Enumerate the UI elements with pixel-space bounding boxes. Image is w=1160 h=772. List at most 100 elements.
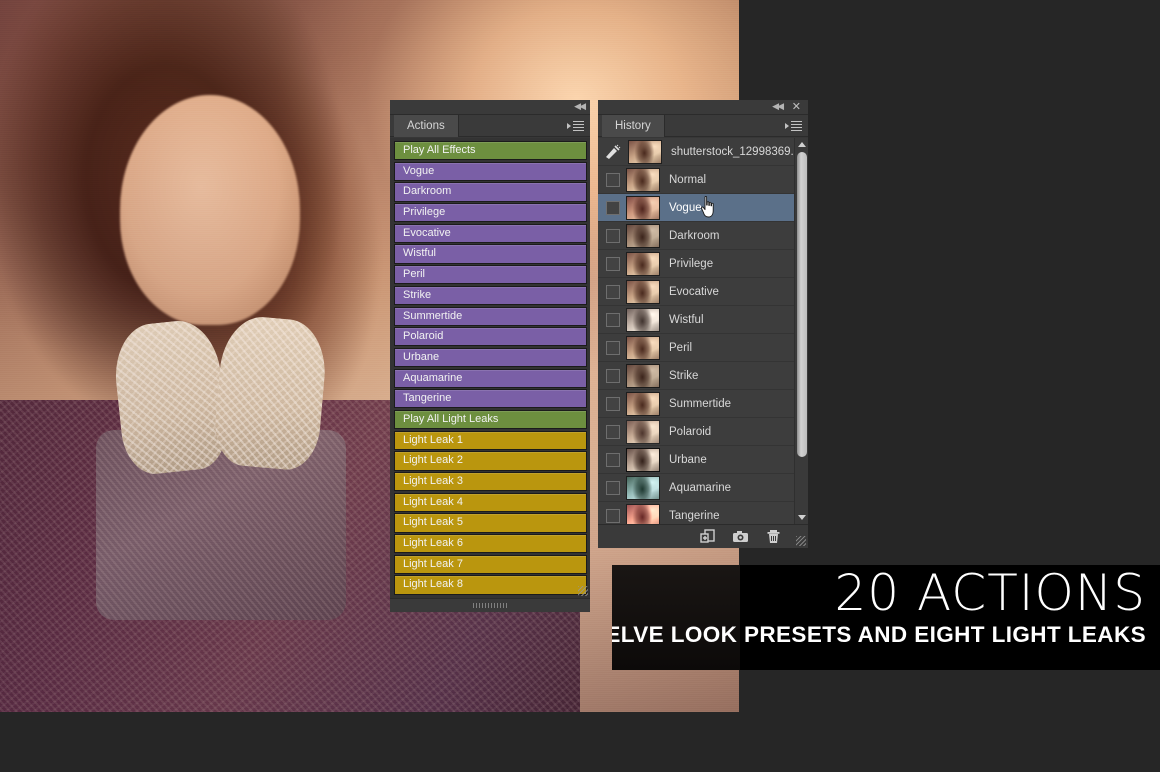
history-thumbnail bbox=[626, 251, 660, 276]
action-row[interactable]: Urbane bbox=[394, 347, 587, 368]
history-row[interactable]: Normal bbox=[598, 166, 794, 194]
action-row[interactable]: Peril bbox=[394, 265, 587, 285]
history-row[interactable]: Polaroid bbox=[598, 418, 794, 446]
history-row[interactable]: Evocative bbox=[598, 278, 794, 306]
action-row[interactable]: Privilege bbox=[394, 203, 587, 223]
history-row[interactable]: Darkroom bbox=[598, 222, 794, 250]
action-row[interactable]: Light Leak 6 bbox=[394, 534, 587, 554]
history-list-container: shutterstock_12998369... Normal Vogue Darkr… bbox=[598, 138, 808, 524]
action-row[interactable]: Strike bbox=[394, 285, 587, 305]
action-row[interactable]: Light Leak 7 bbox=[394, 554, 587, 574]
history-thumbnail bbox=[626, 363, 660, 388]
scroll-down-arrow-icon[interactable] bbox=[797, 515, 806, 520]
history-scrollbar[interactable] bbox=[794, 138, 808, 524]
snapshot-brush-icon bbox=[604, 144, 622, 160]
scrollbar-thumb[interactable] bbox=[797, 152, 807, 457]
history-thumbnail bbox=[626, 279, 660, 304]
history-state-checkbox[interactable] bbox=[606, 480, 620, 495]
history-row[interactable]: Privilege bbox=[598, 250, 794, 278]
history-panel: ◀◀ ✕ History shutterstock_12998369... Nor… bbox=[598, 100, 808, 548]
history-state-checkbox[interactable] bbox=[606, 200, 620, 215]
action-row[interactable]: Light Leak 1 bbox=[394, 430, 587, 450]
history-tabbar: History bbox=[598, 115, 808, 137]
history-row-label: Strike bbox=[669, 369, 699, 382]
history-row-label: Vogue bbox=[669, 201, 702, 214]
menu-bars-icon bbox=[573, 121, 584, 133]
history-row[interactable]: shutterstock_12998369... bbox=[598, 138, 794, 166]
history-row-label: Polaroid bbox=[669, 425, 712, 438]
history-thumbnail bbox=[626, 223, 660, 248]
banner-thumbnail bbox=[612, 565, 740, 670]
actions-tabbar: Actions bbox=[390, 115, 590, 137]
scroll-up-arrow-icon[interactable] bbox=[797, 142, 806, 147]
history-state-checkbox[interactable] bbox=[606, 312, 620, 327]
double-chevron-left-icon[interactable]: ◀◀ bbox=[772, 102, 784, 113]
tab-actions[interactable]: Actions bbox=[394, 115, 459, 137]
new-document-from-state-icon[interactable] bbox=[699, 529, 716, 545]
action-row[interactable]: Light Leak 2 bbox=[394, 451, 587, 471]
history-row[interactable]: Peril bbox=[598, 334, 794, 362]
banner-title: 20 ACTIONS bbox=[834, 565, 1146, 622]
action-row[interactable]: Play All Effects bbox=[394, 141, 587, 161]
menu-bars-icon bbox=[791, 121, 802, 133]
action-row[interactable]: Wistful bbox=[394, 244, 587, 264]
history-state-checkbox[interactable] bbox=[606, 256, 620, 271]
panel-menu-icon[interactable] bbox=[567, 119, 585, 133]
history-state-checkbox[interactable] bbox=[606, 368, 620, 383]
history-state-checkbox[interactable] bbox=[606, 172, 620, 187]
history-list[interactable]: shutterstock_12998369... Normal Vogue Darkr… bbox=[598, 138, 794, 524]
history-row[interactable]: Summertide bbox=[598, 390, 794, 418]
history-footer-toolbar bbox=[598, 524, 808, 548]
history-state-checkbox[interactable] bbox=[606, 284, 620, 299]
banner-subtitle: TWELVE LOOK PRESETS AND EIGHT LIGHT LEAK… bbox=[612, 622, 1146, 647]
history-thumbnail bbox=[628, 139, 662, 164]
actions-panel-resize-bar[interactable] bbox=[390, 598, 590, 612]
history-thumbnail bbox=[626, 475, 660, 500]
history-row-label: Aquamarine bbox=[669, 481, 732, 494]
history-row[interactable]: Urbane bbox=[598, 446, 794, 474]
history-row-label: Evocative bbox=[669, 285, 719, 298]
action-row[interactable]: Light Leak 8 bbox=[394, 575, 587, 595]
double-chevron-left-icon[interactable]: ◀◀ bbox=[574, 102, 586, 113]
action-row[interactable]: Summertide bbox=[394, 306, 587, 326]
history-state-checkbox[interactable] bbox=[606, 396, 620, 411]
history-state-checkbox[interactable] bbox=[606, 424, 620, 439]
history-row[interactable]: Tangerine bbox=[598, 502, 794, 524]
history-thumbnail bbox=[626, 307, 660, 332]
action-row[interactable]: Light Leak 3 bbox=[394, 472, 587, 492]
tab-history[interactable]: History bbox=[602, 115, 665, 137]
history-row[interactable]: Aquamarine bbox=[598, 474, 794, 502]
history-row[interactable]: Wistful bbox=[598, 306, 794, 334]
action-row[interactable]: Tangerine bbox=[394, 389, 587, 409]
history-thumbnail bbox=[626, 335, 660, 360]
history-state-checkbox[interactable] bbox=[606, 340, 620, 355]
action-row[interactable]: Vogue bbox=[394, 161, 587, 181]
menu-triangle-icon bbox=[567, 123, 571, 129]
action-row[interactable]: Polaroid bbox=[394, 327, 587, 347]
history-row-label: Summertide bbox=[669, 397, 731, 410]
history-state-checkbox[interactable] bbox=[606, 508, 620, 523]
action-row[interactable]: Light Leak 4 bbox=[394, 492, 587, 512]
history-state-checkbox[interactable] bbox=[606, 452, 620, 467]
grip-dots-icon bbox=[473, 603, 507, 608]
history-resize-corner[interactable] bbox=[796, 536, 806, 546]
history-state-checkbox[interactable] bbox=[606, 228, 620, 243]
action-row[interactable]: Darkroom bbox=[394, 182, 587, 202]
history-row[interactable]: Strike bbox=[598, 362, 794, 390]
close-icon[interactable]: ✕ bbox=[792, 101, 801, 113]
panel-menu-icon[interactable] bbox=[785, 119, 803, 133]
history-row[interactable]: Vogue bbox=[598, 194, 794, 222]
action-row[interactable]: Aquamarine bbox=[394, 368, 587, 388]
delete-state-trash-icon[interactable] bbox=[765, 529, 782, 545]
action-row[interactable]: Light Leak 5 bbox=[394, 513, 587, 533]
actions-list[interactable]: Play All Effects Vogue Darkroom Privilege Ev… bbox=[390, 138, 590, 598]
menu-triangle-icon bbox=[785, 123, 789, 129]
action-row[interactable]: Play All Light Leaks bbox=[394, 409, 587, 430]
history-row-label: Privilege bbox=[669, 257, 714, 270]
history-row-label: Urbane bbox=[669, 453, 707, 466]
action-row[interactable]: Evocative bbox=[394, 223, 587, 243]
history-thumbnail bbox=[626, 447, 660, 472]
actions-resize-corner[interactable] bbox=[578, 586, 588, 596]
history-thumbnail bbox=[626, 419, 660, 444]
new-snapshot-camera-icon[interactable] bbox=[732, 529, 749, 545]
